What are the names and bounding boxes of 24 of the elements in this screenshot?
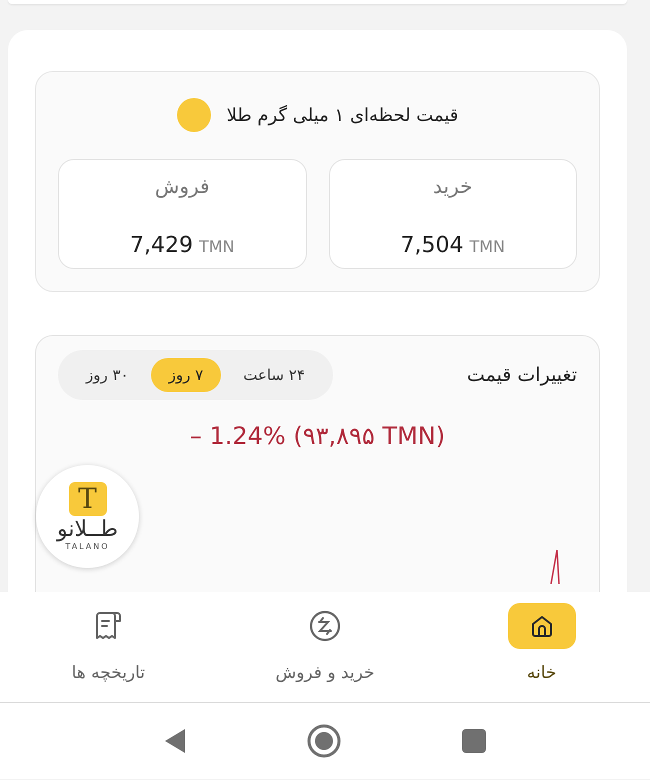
price-value: 7,429: [130, 233, 193, 258]
logo-mark: T: [68, 482, 106, 516]
nav-tab[interactable]: خرید و فروش: [216, 592, 434, 702]
back-icon[interactable]: [163, 727, 187, 755]
exchange-icon: [308, 609, 342, 643]
logo-latin: TALANO: [65, 542, 110, 552]
range-tab[interactable]: ۲۴ ساعت: [225, 358, 323, 392]
section-title: تغییرات قیمت: [466, 364, 577, 386]
range-tab[interactable]: ۳۰ روز: [68, 358, 147, 392]
price-label: فروش: [154, 174, 210, 198]
nav-tab[interactable]: خانه: [433, 592, 650, 702]
card-title: قیمت لحظه‌ای ۱ میلی گرم طلا: [226, 104, 458, 126]
currency-unit: TMN: [469, 237, 506, 256]
home-button-icon[interactable]: [307, 724, 341, 758]
range-tab[interactable]: ۷ روز: [150, 358, 222, 392]
logo-name: طــلانو: [56, 518, 118, 542]
price-value: 7,504: [400, 233, 464, 258]
coin-icon: [176, 98, 211, 132]
nav-tab[interactable]: تاریخچه ها: [0, 592, 217, 702]
price-change: – 1.24% (۹۳,۸۹۵ TMN): [188, 422, 446, 450]
price-label: خرید: [433, 174, 472, 198]
recents-icon[interactable]: [461, 728, 487, 754]
currency-unit: TMN: [198, 237, 235, 256]
chart-line: [550, 549, 560, 584]
